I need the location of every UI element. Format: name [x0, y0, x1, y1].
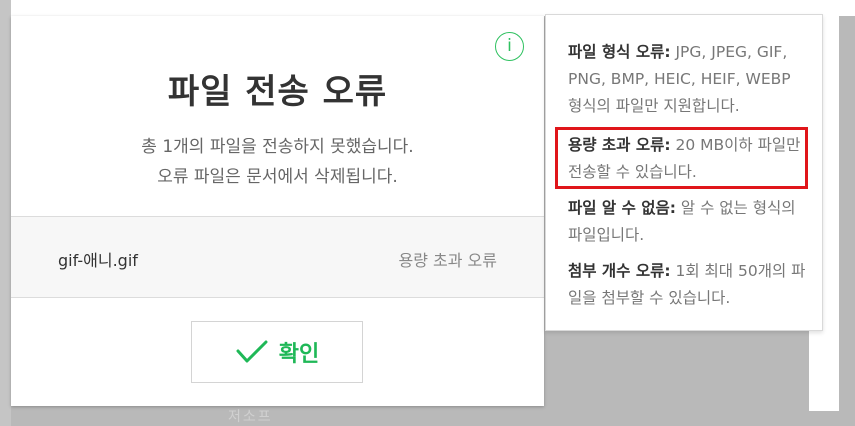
info-item-label: 파일 형식 오류:	[568, 43, 671, 61]
file-error-status: 용량 초과 오류	[398, 251, 498, 270]
info-item-label: 파일 알 수 없음:	[568, 199, 676, 217]
description-line-2: 오류 파일은 문서에서 삭제됩니다.	[157, 167, 398, 187]
description-line-1: 총 1개의 파일을 전송하지 못했습니다.	[141, 137, 414, 157]
info-item-unknown-file: 파일 알 수 없음: 알 수 없는 형식의 파일입니다.	[568, 195, 808, 249]
info-icon[interactable]: i	[495, 32, 524, 61]
info-item-format-error: 파일 형식 오류: JPG, JPEG, GIF, PNG, BMP, HEIC…	[568, 39, 808, 120]
error-info-panel: 파일 형식 오류: JPG, JPEG, GIF, PNG, BMP, HEIC…	[545, 14, 823, 331]
dialog-description: 총 1개의 파일을 전송하지 못했습니다. 오류 파일은 문서에서 삭제됩니다.	[11, 132, 544, 192]
confirm-label: 확인	[278, 342, 320, 367]
info-item-label: 첨부 개수 오류:	[568, 262, 671, 280]
dialog-title: 파일 전송 오류	[167, 72, 388, 112]
info-item-count-error: 첨부 개수 오류: 1회 최대 50개의 파일을 첨부할 수 있습니다.	[568, 258, 808, 312]
page-left-edge	[0, 0, 11, 426]
confirm-button[interactable]: 확인	[191, 321, 363, 383]
background-text: 저소프	[228, 409, 273, 425]
file-name: gif-애니.gif	[58, 251, 138, 270]
highlight-box	[555, 127, 808, 189]
error-file-row: gif-애니.gif 용량 초과 오류	[11, 216, 544, 298]
checkmark-icon	[235, 339, 269, 365]
error-dialog: i 파일 전송 오류 총 1개의 파일을 전송하지 못했습니다. 오류 파일은 …	[11, 16, 544, 406]
